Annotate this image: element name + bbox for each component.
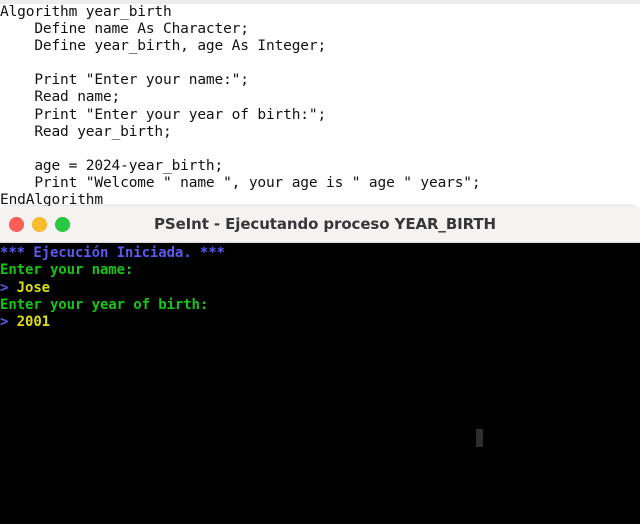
console-input-caret: > <box>0 279 17 296</box>
console-line: Enter your year of birth: <box>0 297 640 314</box>
console-line: Enter your name: <box>0 262 640 279</box>
code-line: Print "Enter your name:"; <box>0 72 249 89</box>
code-line: Print "Welcome " name ", your age is " a… <box>0 174 481 191</box>
code-line: Print "Enter your year of birth:"; <box>0 106 327 123</box>
console-output-area[interactable]: *** Ejecución Iniciada. *** Enter your na… <box>0 243 640 524</box>
window-title: PSeInt - Ejecutando proceso YEAR_BIRTH <box>153 215 497 233</box>
window-titlebar[interactable]: PSeInt - Ejecutando proceso YEAR_BIRTH <box>0 206 640 243</box>
code-line: Read name; <box>0 89 121 106</box>
console-system-message: *** Ejecución Iniciada. *** <box>0 245 225 261</box>
console-user-input: 2001 <box>16 314 50 331</box>
console-line: *** Ejecución Iniciada. *** <box>0 245 640 262</box>
code-listing[interactable]: Algorithm year_birth Define name As Char… <box>0 4 640 208</box>
code-line: age = 2024-year_birth; <box>0 157 224 174</box>
console-prompt-text: Enter your name: <box>0 262 134 279</box>
code-line: Define year_birth, age As Integer; <box>0 38 327 55</box>
code-line: Define name As Character; <box>0 21 249 38</box>
screen: Algorithm year_birth Define name As Char… <box>0 0 640 524</box>
console-user-input: Jose <box>16 279 50 296</box>
text-cursor <box>476 429 483 447</box>
code-editor-pane[interactable]: Algorithm year_birth Define name As Char… <box>0 0 640 208</box>
console-input-caret: > <box>0 314 17 331</box>
console-prompt-text: Enter your year of birth: <box>0 296 209 313</box>
code-line: Algorithm year_birth <box>0 4 172 20</box>
console-lines: *** Ejecución Iniciada. *** Enter your na… <box>0 245 640 331</box>
pseint-execution-window[interactable]: PSeInt - Ejecutando proceso YEAR_BIRTH *… <box>0 206 640 524</box>
code-line: Read year_birth; <box>0 123 172 140</box>
console-line: > Jose <box>0 280 640 297</box>
console-line: > 2001 <box>0 314 640 331</box>
